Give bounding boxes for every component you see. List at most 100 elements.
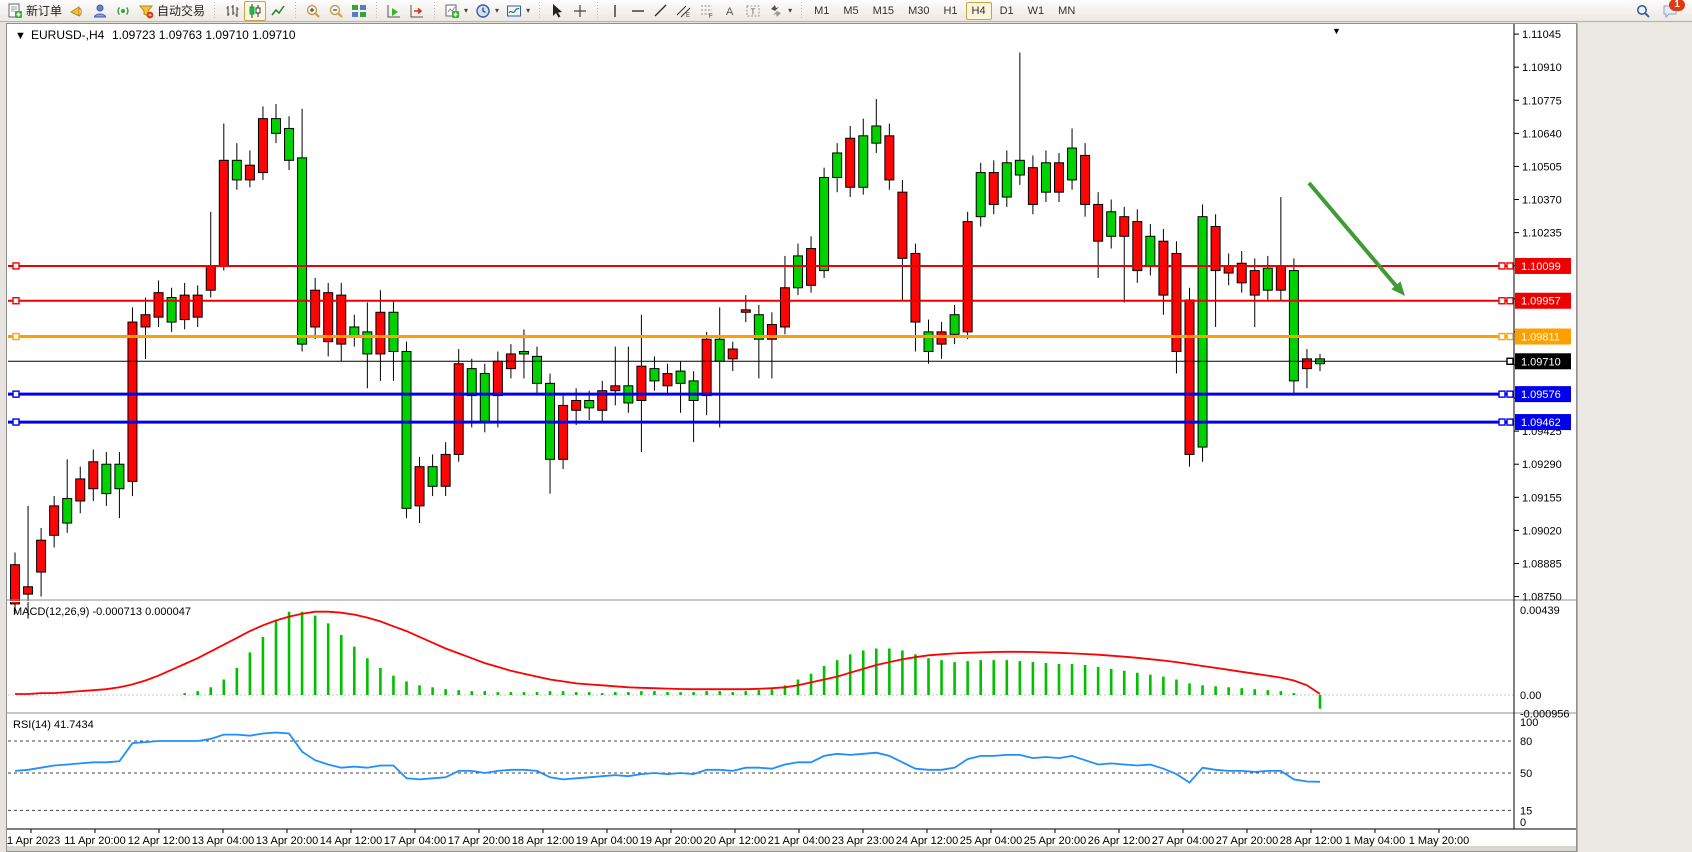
candle-body [1107,212,1116,237]
price-badge-label: 1.10099 [1521,261,1561,273]
notifications-button[interactable]: 1 [1662,3,1678,19]
date-label: 23 Apr 23:00 [832,835,894,847]
zoom-in-button[interactable] [302,1,324,21]
new-order-button[interactable]: 新订单 [4,1,65,21]
toolbar-separator [595,2,600,20]
search-button[interactable] [1632,1,1654,21]
hline-axis-handle[interactable] [1507,391,1513,397]
price-grid-label: 1.10505 [1522,161,1562,173]
date-label: 27 Apr 20:00 [1216,835,1278,847]
hline-handle[interactable] [13,334,19,340]
periods-button[interactable]: ▾ [472,1,502,21]
horizontal-line-tool-button[interactable] [627,1,649,21]
candle-body [1015,160,1024,175]
hline-handle[interactable] [1499,298,1505,304]
candle-body [585,400,594,407]
rsi-scale-label: 100 [1520,717,1538,729]
fibonacci-tool-button[interactable]: F [696,1,718,21]
candle-body [272,119,281,134]
candle-body [467,369,476,396]
candle-body [989,173,998,205]
bar-chart-mode-button[interactable] [221,1,243,21]
vertical-line-icon [607,3,623,19]
hline-handle[interactable] [13,391,19,397]
timeframe-m30-button[interactable]: M30 [902,2,935,20]
candle-body [493,361,502,395]
hline-handle[interactable] [13,419,19,425]
candle-body [1002,163,1011,197]
timeframe-m15-button[interactable]: M15 [867,2,900,20]
timeframe-d1-button[interactable]: D1 [994,2,1020,20]
crosshair-tool-button[interactable] [569,1,591,21]
candle-body [219,160,228,265]
candle-body [24,587,33,594]
candle-body [519,351,528,353]
candle-body [11,565,20,604]
hline-axis-handle[interactable] [1507,263,1513,269]
date-label: 24 Apr 12:00 [896,835,958,847]
candle-body [572,400,581,410]
scroll-to-end-marker[interactable]: ▼ [1332,26,1341,36]
hline-handle[interactable] [13,263,19,269]
text-label-tool-button[interactable]: T [742,1,764,21]
signals-button[interactable] [112,1,134,21]
hline-axis-handle[interactable] [1507,334,1513,340]
auto-scroll-button[interactable] [383,1,405,21]
indicators-button[interactable]: ▾ [503,1,533,21]
tile-windows-button[interactable] [348,1,370,21]
date-label: 18 Apr 12:00 [512,835,574,847]
timeframe-w1-button[interactable]: W1 [1022,2,1051,20]
hline-axis-handle[interactable] [1507,419,1513,425]
candle-body [1211,226,1220,270]
trendline-tool-button[interactable] [650,1,672,21]
hline-handle[interactable] [13,298,19,304]
new-chart-button[interactable]: ▾ [441,1,471,21]
hline-handle[interactable] [1499,334,1505,340]
cursor-tool-button[interactable] [546,1,568,21]
timeframe-h1-button[interactable]: H1 [937,2,963,20]
zoom-out-button[interactable] [325,1,347,21]
hline-handle[interactable] [1499,391,1505,397]
auto-trading-button[interactable]: 自动交易 [135,1,208,21]
trading-terminal: { "toolbar": { "new_order_label": "新订单",… [0,0,1692,852]
candle-body [1068,148,1077,180]
arrows-tool-button[interactable]: ▾ [765,1,795,21]
candle-body [206,266,215,291]
chart-dropdown-marker[interactable]: ▼ [15,30,26,42]
candle-body [89,462,98,489]
candle-body [415,467,424,506]
candle-body [715,339,724,361]
candle-body [728,349,737,359]
hline-handle[interactable] [1499,263,1505,269]
text-tool-button[interactable]: A [719,1,741,21]
chart-shift-button[interactable] [406,1,428,21]
news-button[interactable] [66,1,88,21]
channel-tool-button[interactable]: E [673,1,695,21]
candle-body [232,160,241,180]
candle-body [285,128,294,160]
line-chart-mode-button[interactable] [267,1,289,21]
hline-axis-handle[interactable] [1507,298,1513,304]
candlestick-mode-button[interactable] [244,1,266,21]
chart-window[interactable]: 1.110451.109101.107751.106401.105051.103… [6,23,1577,852]
chart-canvas[interactable]: 1.110451.109101.107751.106401.105051.103… [7,24,1576,851]
candle-body [924,332,933,352]
timeframe-h4-button[interactable]: H4 [966,2,992,20]
cursor-icon [549,3,565,19]
candle-body [1041,163,1050,192]
timeframe-mn-button[interactable]: MN [1052,2,1081,20]
hline-axis-handle[interactable] [1507,358,1513,364]
community-button[interactable] [89,1,111,21]
date-label: 25 Apr 04:00 [960,835,1022,847]
vertical-line-tool-button[interactable] [604,1,626,21]
candle-body [441,454,450,486]
timeframe-m5-button[interactable]: M5 [837,2,864,20]
auto-trading-icon [138,3,154,19]
candle-body [1133,222,1142,271]
candle-body [676,371,685,383]
timeframe-m1-button[interactable]: M1 [808,2,835,20]
zoom-in-icon [305,3,321,19]
candle-body [950,315,959,335]
hline-handle[interactable] [1499,419,1505,425]
date-label: 12 Apr 12:00 [128,835,190,847]
